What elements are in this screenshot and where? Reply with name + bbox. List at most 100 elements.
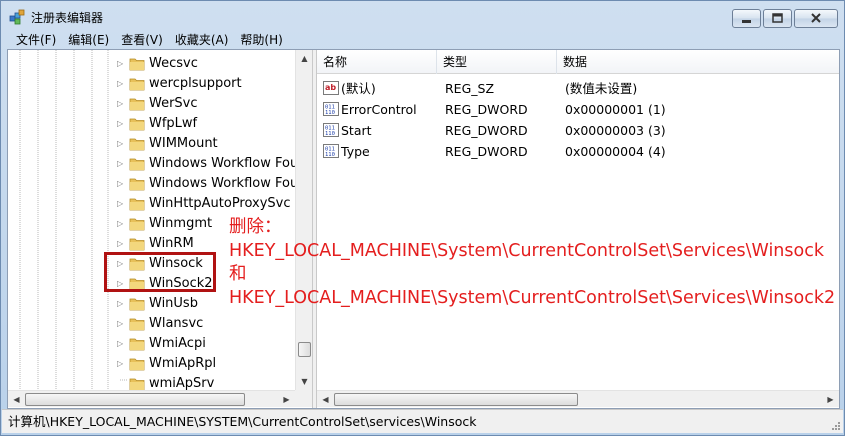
expand-arrow-icon[interactable]: ▷ xyxy=(117,99,123,109)
tree-item-label: WIMMount xyxy=(149,136,218,151)
resize-grip-icon[interactable] xyxy=(829,419,841,431)
tree-item-label: WfpLwf xyxy=(149,116,198,131)
caption-buttons xyxy=(732,9,838,28)
value-data: 0x00000001 (1) xyxy=(565,102,666,117)
value-data: 0x00000003 (3) xyxy=(565,123,666,138)
tree-item-label: WinHttpAutoProxySvc xyxy=(149,196,291,211)
tree-item-wimmount[interactable]: ▷ WIMMount xyxy=(8,134,298,154)
menu-view[interactable]: 查看(V) xyxy=(115,31,169,49)
tree-item-windows-workflow-1[interactable]: ▷ Windows Workflow Foun xyxy=(8,154,306,174)
expand-arrow-icon[interactable]: ▷ xyxy=(117,299,123,309)
folder-icon xyxy=(129,98,145,111)
dword-value-icon: 011110 xyxy=(323,144,339,158)
list-item[interactable]: 011 110 ErrorControl REG_DWORD 0x00000001… xyxy=(317,99,839,120)
expand-arrow-icon[interactable]: ▷ xyxy=(117,59,123,69)
tree-item-wercplsupport[interactable]: ▷ wercplsupport xyxy=(8,74,298,94)
column-header-type[interactable]: 类型 xyxy=(437,50,557,74)
scroll-down-icon[interactable]: ▼ xyxy=(296,373,313,390)
expand-arrow-icon[interactable]: ▷ xyxy=(117,339,123,349)
list-hscroll-thumb[interactable] xyxy=(334,393,578,406)
status-bar: 计算机\HKEY_LOCAL_MACHINE\SYSTEM\CurrentCon… xyxy=(2,409,843,433)
menu-edit[interactable]: 编辑(E) xyxy=(62,31,115,49)
folder-icon xyxy=(129,318,145,331)
tree-item-label: Wlansvc xyxy=(149,316,204,331)
list-item[interactable]: ab (默认) REG_SZ (数值未设置) xyxy=(317,78,839,99)
tree-item-wecsvc[interactable]: ▷ Wecsvc xyxy=(8,54,298,74)
minimize-button[interactable] xyxy=(732,9,761,28)
expand-arrow-icon[interactable]: ▷ xyxy=(117,159,123,169)
scroll-right-icon[interactable]: ▶ xyxy=(822,391,839,408)
expand-arrow-icon[interactable]: ▷ xyxy=(117,199,123,209)
tree-item-winhttpautoproxysvc[interactable]: ▷ WinHttpAutoProxySvc xyxy=(8,194,298,214)
menu-file[interactable]: 文件(F) xyxy=(10,31,62,49)
menu-help[interactable]: 帮助(H) xyxy=(234,31,288,49)
tree-item-wmiacpi[interactable]: ▷ WmiAcpi xyxy=(8,334,298,354)
column-header-name[interactable]: 名称 xyxy=(317,50,437,74)
tree-item-label: WinUsb xyxy=(149,296,198,311)
regedit-icon xyxy=(9,9,25,25)
expand-arrow-icon[interactable]: ▷ xyxy=(117,359,123,369)
value-data: 0x00000004 (4) xyxy=(565,144,666,159)
tree-item-wersvc[interactable]: ▷ WerSvc xyxy=(8,94,298,114)
value-type: REG_SZ xyxy=(445,81,495,96)
scroll-left-icon[interactable]: ◀ xyxy=(8,391,25,408)
dword-value-icon: 011110 xyxy=(323,102,339,116)
annotation-text: 删除： HKEY_LOCAL_MACHINE\System\CurrentCon… xyxy=(229,216,843,310)
close-icon xyxy=(811,13,821,23)
tree-item-label: WmiApRpl xyxy=(149,356,217,371)
folder-icon xyxy=(129,58,145,71)
value-type: REG_DWORD xyxy=(445,123,528,138)
tree-vscroll-thumb[interactable] xyxy=(298,342,311,357)
scroll-up-icon[interactable]: ▲ xyxy=(296,50,313,67)
list-header: 名称 类型 数据 xyxy=(317,50,839,74)
folder-icon xyxy=(129,238,145,251)
folder-icon xyxy=(129,118,145,131)
folder-icon xyxy=(129,358,145,371)
list-horizontal-scrollbar[interactable]: ◀ ▶ xyxy=(317,390,839,407)
annotation-line-and: 和 xyxy=(229,264,247,284)
expand-arrow-icon[interactable]: ▷ xyxy=(117,79,123,89)
value-type: REG_DWORD xyxy=(445,144,528,159)
menu-favorites[interactable]: 收藏夹(A) xyxy=(169,31,235,49)
expand-arrow-icon[interactable]: ▷ xyxy=(117,139,123,149)
tree-item-label: WmiAcpi xyxy=(149,336,206,351)
scroll-right-icon[interactable]: ▶ xyxy=(278,391,295,408)
window-title: 注册表编辑器 xyxy=(31,11,104,25)
svg-text:110: 110 xyxy=(325,131,335,137)
dword-value-icon: 011110 xyxy=(323,123,339,137)
folder-icon xyxy=(129,298,145,311)
tree-item-label: Wecsvc xyxy=(149,56,198,71)
expand-arrow-icon[interactable]: ▷ xyxy=(117,239,123,249)
tree-item-label: Windows Workflow Foun xyxy=(149,176,307,191)
list-item[interactable]: 011 110 Type REG_DWORD 0x00000004 (4) xyxy=(317,141,839,162)
scrollbar-corner xyxy=(295,390,312,407)
expand-arrow-icon[interactable]: ▷ xyxy=(117,219,123,229)
folder-icon xyxy=(129,198,145,211)
value-name: Start xyxy=(341,123,372,138)
expand-arrow-icon[interactable]: ▷ xyxy=(117,119,123,129)
maximize-button[interactable] xyxy=(763,9,792,28)
expand-arrow-icon[interactable]: ▷ xyxy=(117,179,123,189)
tree-item-wlansvc[interactable]: ▷ Wlansvc xyxy=(8,314,298,334)
svg-text:ab: ab xyxy=(325,83,336,92)
tree-horizontal-scrollbar[interactable]: ◀ ▶ xyxy=(8,390,295,407)
scroll-left-icon[interactable]: ◀ xyxy=(317,391,334,408)
annotation-line-winsock2: HKEY_LOCAL_MACHINE\System\CurrentControl… xyxy=(229,287,836,308)
folder-icon xyxy=(129,138,145,151)
tree-hscroll-thumb[interactable] xyxy=(25,393,245,406)
close-button[interactable] xyxy=(794,9,838,28)
svg-text:110: 110 xyxy=(325,152,335,158)
tree-item-label: WerSvc xyxy=(149,96,198,111)
tree-item-windows-workflow-2[interactable]: ▷ Windows Workflow Foun xyxy=(8,174,306,194)
tree-item-wmiaprpl[interactable]: ▷ WmiApRpl xyxy=(8,354,298,374)
tree-item-wfplwf[interactable]: ▷ WfpLwf xyxy=(8,114,298,134)
expand-arrow-icon[interactable]: ▷ xyxy=(117,319,123,329)
folder-icon xyxy=(129,178,145,191)
list-item[interactable]: 011 110 Start REG_DWORD 0x00000003 (3) xyxy=(317,120,839,141)
column-header-data[interactable]: 数据 xyxy=(557,50,839,74)
title-bar[interactable]: 注册表编辑器 xyxy=(1,1,844,31)
tree-item-label: Windows Workflow Foun xyxy=(149,156,307,171)
folder-icon xyxy=(129,78,145,91)
status-path: 计算机\HKEY_LOCAL_MACHINE\SYSTEM\CurrentCon… xyxy=(8,414,477,429)
string-value-icon: ab xyxy=(323,81,339,95)
